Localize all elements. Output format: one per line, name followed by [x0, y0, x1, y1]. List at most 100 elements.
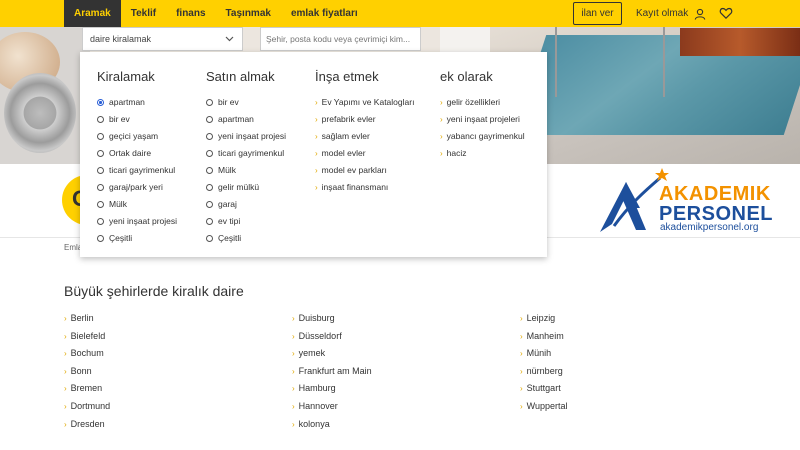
- radio-icon: [206, 218, 213, 225]
- chevron-right-icon: ›: [315, 98, 318, 107]
- menu-column-title: Satın almak: [206, 69, 275, 84]
- menu-option-satin-yeni-insaat[interactable]: yeni inşaat projesi: [206, 128, 286, 145]
- city-link[interactable]: › Bielefeld: [64, 328, 110, 346]
- city-link[interactable]: › Hamburg: [292, 380, 372, 398]
- menu-option-kira-apartman[interactable]: apartman: [97, 94, 177, 111]
- menu-link-model-ev-parklari[interactable]: › model ev parkları: [315, 162, 414, 179]
- location-search-input[interactable]: [260, 27, 421, 51]
- menu-link-yeni-insaat-projeleri[interactable]: › yeni inşaat projeleri: [440, 111, 525, 128]
- menu-option-satin-garaj[interactable]: garaj: [206, 196, 286, 213]
- menu-link-insaat-finansmani[interactable]: › inşaat finansmanı: [315, 179, 414, 196]
- menu-option-satin-apartman[interactable]: apartman: [206, 111, 286, 128]
- city-list-column-1: › Berlin › Bielefeld › Bochum › Bonn › Bremen…: [64, 310, 110, 433]
- radio-icon: [97, 235, 104, 242]
- chevron-right-icon: ›: [292, 401, 295, 411]
- chevron-right-icon: ›: [520, 331, 523, 341]
- city-link[interactable]: › Berlin: [64, 310, 110, 328]
- menu-link-prefabrik[interactable]: › prefabrik evler: [315, 111, 414, 128]
- felt-flower-image: [4, 73, 76, 153]
- menu-column-title: Kiralamak: [97, 69, 155, 84]
- cities-section-title: Büyük şehirlerde kiralık daire: [64, 283, 244, 299]
- city-link[interactable]: › kolonya: [292, 416, 372, 434]
- chevron-right-icon: ›: [64, 349, 67, 359]
- menu-link-saglam-evler[interactable]: › sağlam evler: [315, 128, 414, 145]
- login-link[interactable]: Kayıt olmak: [636, 0, 706, 27]
- city-link[interactable]: › Hannover: [292, 398, 372, 416]
- chevron-right-icon: ›: [520, 314, 523, 323]
- radio-icon: [206, 133, 213, 140]
- nav-item-emlak-fiyatlari[interactable]: emlak fiyatları: [281, 0, 368, 27]
- chevron-down-icon: [225, 36, 234, 42]
- post-ad-button[interactable]: ilan ver: [573, 2, 622, 25]
- chevron-right-icon: ›: [64, 384, 67, 394]
- menu-option-kira-cesitli[interactable]: Çeşitli: [97, 230, 177, 247]
- property-type-select[interactable]: daire kiralamak: [82, 27, 243, 51]
- city-link[interactable]: › Düsseldorf: [292, 328, 372, 346]
- city-link[interactable]: › Bonn: [64, 363, 110, 381]
- table-image: [680, 28, 800, 56]
- radio-icon: [206, 201, 213, 208]
- city-link[interactable]: › Bochum: [64, 345, 110, 363]
- city-link[interactable]: › Leipzig: [520, 310, 568, 328]
- city-link[interactable]: › nürnberg: [520, 363, 568, 381]
- city-link[interactable]: › Manheim: [520, 328, 568, 346]
- city-link[interactable]: › Dresden: [64, 416, 110, 434]
- city-link[interactable]: › Münih: [520, 345, 568, 363]
- menu-option-kira-ticari[interactable]: ticari gayrimenkul: [97, 162, 177, 179]
- radio-icon: [206, 184, 213, 191]
- chevron-right-icon: ›: [315, 166, 318, 175]
- menu-link-yabanci-gayrimenkul[interactable]: › yabancı gayrimenkul: [440, 128, 525, 145]
- menu-link-gelir-ozellikleri[interactable]: › gelir özellikleri: [440, 94, 525, 111]
- menu-option-kira-gecici-yasam[interactable]: geçici yaşam: [97, 128, 177, 145]
- menu-option-satin-bir-ev[interactable]: bir ev: [206, 94, 286, 111]
- menu-column-kiralamak: Kiralamak apartman bir ev geçici yaşam O…: [97, 69, 177, 247]
- menu-option-satin-cesitli[interactable]: Çeşitli: [206, 230, 286, 247]
- radio-icon: [206, 99, 213, 106]
- menu-option-kira-ortak-daire[interactable]: Ortak daire: [97, 145, 177, 162]
- chevron-right-icon: ›: [440, 149, 443, 158]
- menu-link-model-evler[interactable]: › model evler: [315, 145, 414, 162]
- menu-link-ev-yapimi[interactable]: › Ev Yapımı ve Katalogları: [315, 94, 414, 111]
- city-link[interactable]: › Dortmund: [64, 398, 110, 416]
- menu-option-satin-mulk[interactable]: Mülk: [206, 162, 286, 179]
- chevron-right-icon: ›: [315, 149, 318, 158]
- nav-item-aramak[interactable]: Aramak: [64, 0, 121, 27]
- menu-option-satin-ev-tipi[interactable]: ev tipi: [206, 213, 286, 230]
- radio-icon: [206, 150, 213, 157]
- heart-icon[interactable]: [719, 6, 733, 20]
- city-link[interactable]: › Frankfurt am Main: [292, 363, 372, 381]
- menu-column-ek-olarak: ek olarak › gelir özellikleri › yeni inşaa…: [440, 69, 525, 162]
- city-link[interactable]: › Wuppertal: [520, 398, 568, 416]
- city-link[interactable]: › yemek: [292, 345, 372, 363]
- menu-option-kira-mulk[interactable]: Mülk: [97, 196, 177, 213]
- chevron-right-icon: ›: [440, 132, 443, 141]
- chevron-right-icon: ›: [520, 349, 523, 359]
- city-link[interactable]: › Duisburg: [292, 310, 372, 328]
- chevron-right-icon: ›: [64, 366, 67, 376]
- chevron-right-icon: ›: [440, 98, 443, 107]
- chevron-right-icon: ›: [292, 366, 295, 376]
- login-label: Kayıt olmak: [636, 8, 689, 19]
- main-nav: Aramak Teklif finans Taşınmak emlak fiya…: [64, 0, 368, 27]
- chevron-right-icon: ›: [64, 401, 67, 411]
- radio-icon: [206, 116, 213, 123]
- menu-option-satin-gelir-mulku[interactable]: gelir mülkü: [206, 179, 286, 196]
- city-link[interactable]: › Bremen: [64, 380, 110, 398]
- menu-option-satin-ticari[interactable]: ticari gayrimenkul: [206, 145, 286, 162]
- nav-item-tasinmak[interactable]: Taşınmak: [216, 0, 281, 27]
- nav-item-teklif[interactable]: Teklif: [121, 0, 166, 27]
- menu-link-haciz[interactable]: › haciz: [440, 145, 525, 162]
- nav-item-finans[interactable]: finans: [166, 0, 215, 27]
- chevron-right-icon: ›: [64, 419, 67, 429]
- chevron-right-icon: ›: [520, 384, 523, 394]
- radio-icon: [97, 218, 104, 225]
- menu-option-kira-yeni-insaat[interactable]: yeni inşaat projesi: [97, 213, 177, 230]
- radio-icon: [97, 116, 104, 123]
- hero-left-photo: [0, 27, 90, 164]
- radio-icon: [97, 150, 104, 157]
- menu-option-kira-garaj-park[interactable]: garaj/park yeri: [97, 179, 177, 196]
- city-link[interactable]: › Stuttgart: [520, 380, 568, 398]
- menu-option-kira-bir-ev[interactable]: bir ev: [97, 111, 177, 128]
- radio-icon: [97, 133, 104, 140]
- city-list-column-2: › Duisburg › Düsseldorf › yemek › Frankfurt …: [292, 310, 372, 433]
